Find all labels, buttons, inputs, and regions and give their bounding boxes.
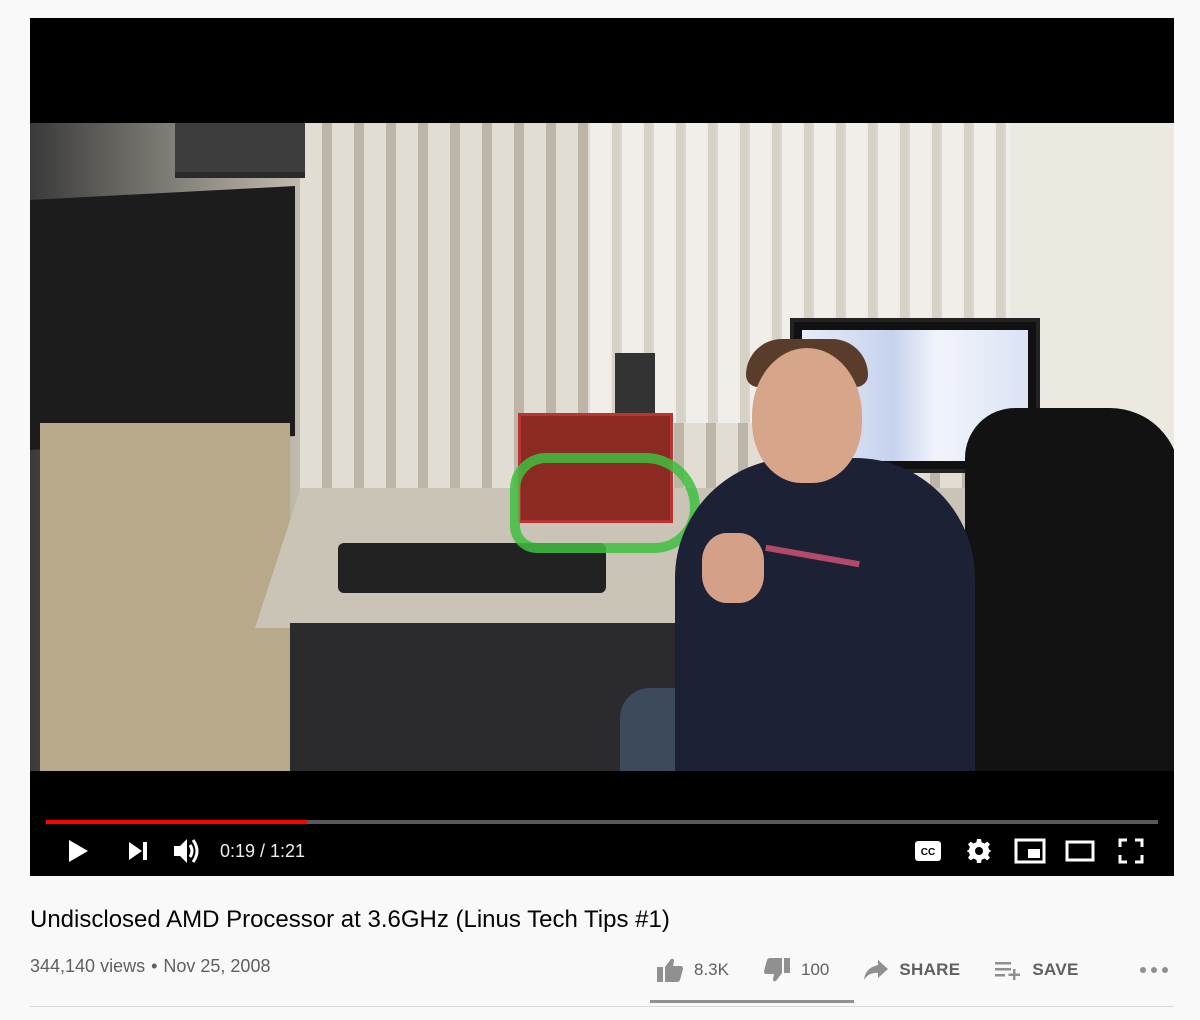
share-button[interactable]: SHARE — [857, 959, 966, 981]
video-title: Undisclosed AMD Processor at 3.6GHz (Lin… — [30, 906, 670, 933]
time-display: 0:19 / 1:21 — [220, 841, 306, 861]
add-to-playlist-icon — [995, 962, 1021, 980]
scene-box-dark — [30, 186, 295, 450]
settings-button[interactable] — [962, 834, 996, 868]
scene-person-head — [752, 348, 862, 483]
svg-text:CC: CC — [921, 847, 935, 858]
miniplayer-button[interactable] — [1012, 834, 1048, 868]
play-button[interactable] — [60, 836, 96, 866]
scene-laptop — [175, 123, 305, 178]
like-dislike-ratio-bar — [650, 1000, 854, 1003]
more-actions-button[interactable] — [1133, 966, 1175, 974]
scene-chair — [965, 408, 1174, 771]
scene-tubes — [510, 453, 700, 553]
gear-icon — [967, 839, 991, 863]
video-player[interactable]: 0:19 / 1:21 CC — [30, 18, 1174, 876]
save-label: SAVE — [1032, 960, 1079, 979]
section-divider — [30, 1006, 1174, 1007]
theater-mode-button[interactable] — [1062, 834, 1098, 868]
scene-cardboard-box — [40, 423, 290, 771]
like-count: 8.3K — [694, 960, 729, 979]
like-button[interactable]: 8.3K — [650, 957, 735, 983]
thumbs-up-icon — [657, 958, 683, 982]
share-icon — [864, 960, 889, 980]
play-icon — [69, 840, 88, 862]
theater-mode-icon — [1065, 840, 1095, 862]
next-icon — [129, 842, 147, 860]
closed-captions-icon: CC — [915, 841, 941, 861]
more-horizontal-icon — [1139, 967, 1168, 973]
share-label: SHARE — [899, 960, 961, 979]
volume-button[interactable] — [170, 834, 204, 868]
thumbs-down-icon — [763, 958, 790, 982]
scene-person-hand — [702, 533, 764, 603]
next-button[interactable] — [122, 836, 154, 866]
video-actions: 8.3K 100 SHARE SAVE — [650, 948, 1175, 992]
view-count: 344,140 views — [30, 956, 146, 976]
volume-icon — [174, 839, 199, 863]
fullscreen-icon — [1118, 838, 1144, 864]
dislike-button[interactable]: 100 — [757, 957, 835, 983]
save-button[interactable]: SAVE — [988, 959, 1084, 981]
video-frame[interactable] — [30, 123, 1174, 771]
progress-bar[interactable] — [46, 820, 1158, 824]
progress-bar-played — [46, 820, 307, 824]
scene-cooler — [615, 353, 655, 418]
miniplayer-icon — [1014, 838, 1046, 864]
dislike-count: 100 — [800, 960, 830, 979]
video-meta: 344,140 views • Nov 25, 2008 — [30, 956, 270, 977]
captions-button[interactable]: CC — [910, 836, 946, 866]
scene-person-body — [675, 458, 975, 771]
fullscreen-button[interactable] — [1114, 834, 1148, 868]
meta-separator: • — [151, 956, 158, 976]
upload-date: Nov 25, 2008 — [163, 956, 271, 976]
